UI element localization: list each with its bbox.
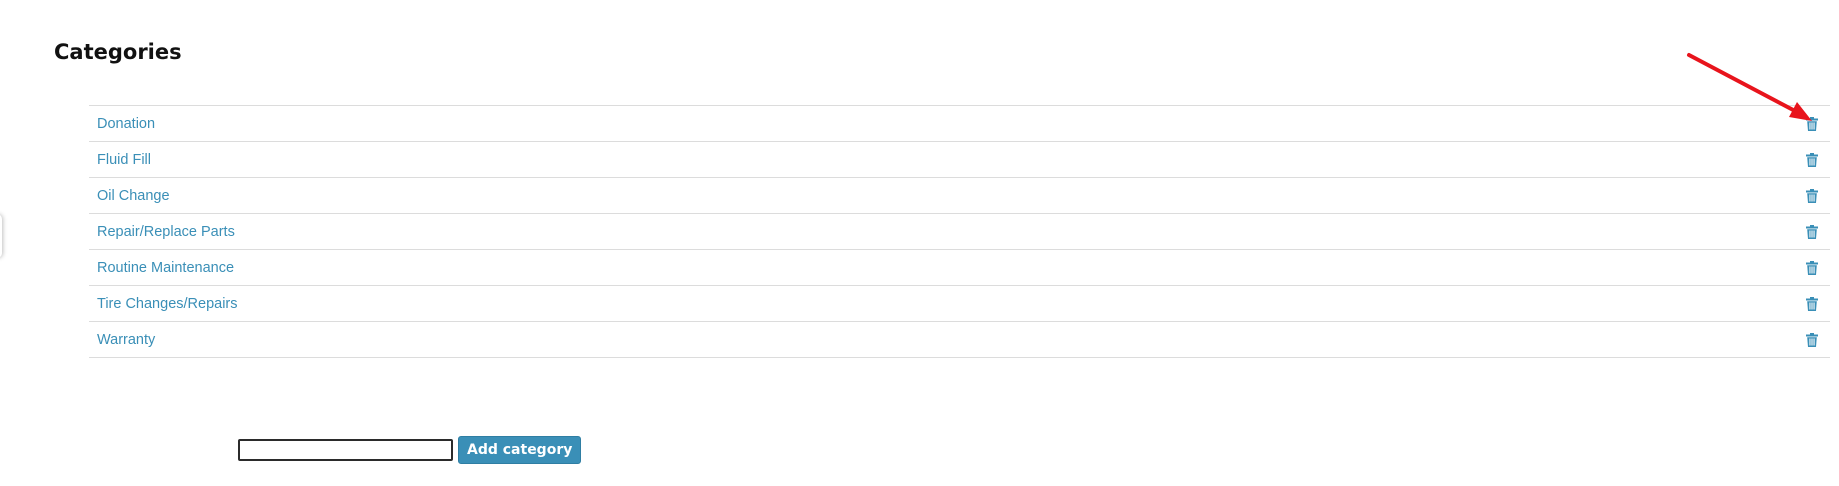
delete-category-button[interactable]: [1804, 295, 1820, 313]
category-link[interactable]: Warranty: [97, 332, 155, 348]
trash-icon: [1806, 152, 1818, 167]
category-row: Donation: [89, 106, 1830, 142]
trash-icon: [1806, 296, 1818, 311]
category-row: Fluid Fill: [89, 142, 1830, 178]
delete-category-button[interactable]: [1804, 223, 1820, 241]
category-link[interactable]: Tire Changes/Repairs: [97, 296, 238, 312]
page-title: Categories: [54, 40, 182, 64]
trash-icon: [1806, 116, 1818, 131]
add-category-button[interactable]: Add category: [458, 436, 582, 464]
category-row: Routine Maintenance: [89, 250, 1830, 286]
side-panel-edge: [0, 214, 2, 258]
category-row: Tire Changes/Repairs: [89, 286, 1830, 322]
delete-category-button[interactable]: [1804, 187, 1820, 205]
category-list: Donation Fluid Fill Oil Change Repair/Re…: [89, 105, 1830, 358]
category-name-input[interactable]: [238, 439, 453, 461]
delete-category-button[interactable]: [1804, 115, 1820, 133]
category-row: Oil Change: [89, 178, 1830, 214]
category-link[interactable]: Fluid Fill: [97, 152, 151, 168]
category-link[interactable]: Donation: [97, 116, 155, 132]
trash-icon: [1806, 332, 1818, 347]
category-link[interactable]: Oil Change: [97, 188, 170, 204]
trash-icon: [1806, 224, 1818, 239]
category-link[interactable]: Routine Maintenance: [97, 260, 234, 276]
category-link[interactable]: Repair/Replace Parts: [97, 224, 235, 240]
category-row: Repair/Replace Parts: [89, 214, 1830, 250]
delete-category-button[interactable]: [1804, 331, 1820, 349]
trash-icon: [1806, 260, 1818, 275]
delete-category-button[interactable]: [1804, 259, 1820, 277]
delete-category-button[interactable]: [1804, 151, 1820, 169]
trash-icon: [1806, 188, 1818, 203]
category-row: Warranty: [89, 322, 1830, 358]
add-category-form: Add category: [238, 436, 582, 464]
